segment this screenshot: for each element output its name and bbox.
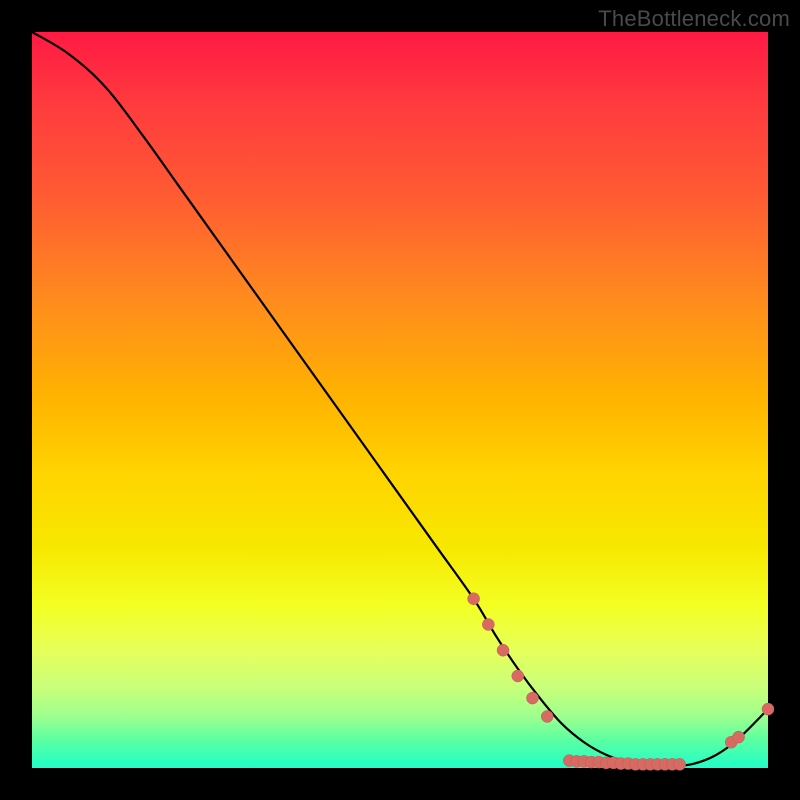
marker-dot — [674, 758, 686, 770]
chart-stage: TheBottleneck.com — [0, 0, 800, 800]
marker-dot — [468, 593, 480, 605]
marker-dot — [762, 703, 774, 715]
marker-dot — [512, 670, 524, 682]
marker-dot — [541, 710, 553, 722]
marker-group — [468, 593, 774, 771]
marker-dot — [482, 618, 494, 630]
gradient-plot-area — [32, 32, 768, 768]
watermark-text: TheBottleneck.com — [598, 6, 790, 32]
marker-dot — [733, 731, 745, 743]
marker-dot — [497, 644, 509, 656]
marker-dot — [526, 692, 538, 704]
bottleneck-curve — [32, 32, 768, 767]
chart-svg — [32, 32, 768, 768]
